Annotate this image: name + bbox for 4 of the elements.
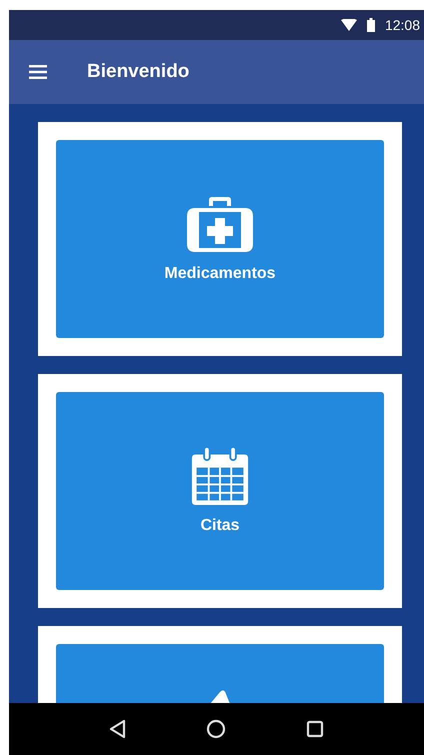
- status-time: 12:08: [384, 17, 420, 33]
- menu-tile[interactable]: Medicamentos: [56, 140, 384, 338]
- menu-tile[interactable]: Citas: [56, 392, 384, 590]
- screen-title: Bienvenido: [87, 61, 190, 83]
